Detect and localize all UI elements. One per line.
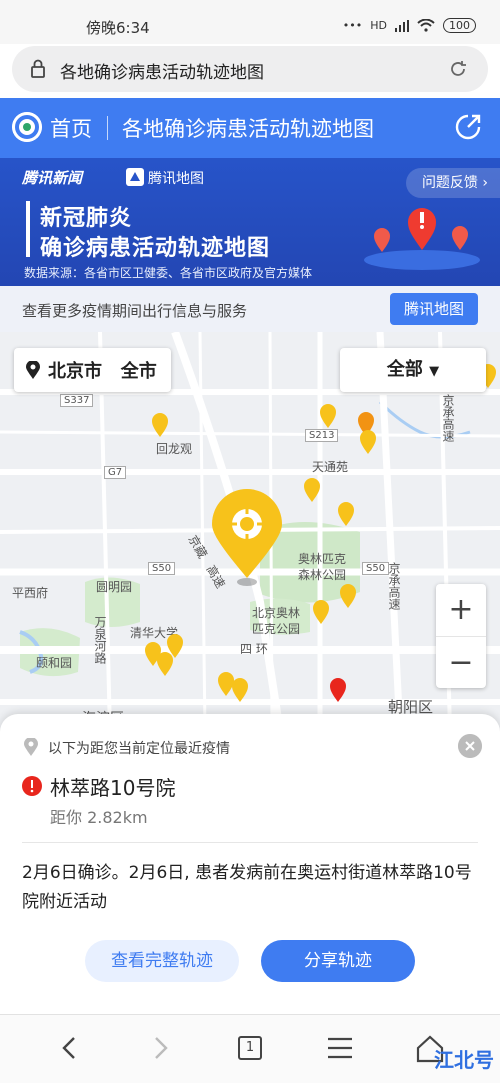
watermark: 江北号 xyxy=(434,1048,494,1072)
nearest-hint: 以下为距您当前定位最近疫情 xyxy=(48,741,230,757)
case-pin[interactable] xyxy=(157,652,173,676)
selected-location-pin[interactable] xyxy=(212,489,282,586)
zoom-in-button[interactable]: + xyxy=(436,584,486,636)
network-type: HD xyxy=(370,19,387,32)
case-pin[interactable] xyxy=(304,478,320,502)
back-icon[interactable] xyxy=(50,1030,90,1066)
view-full-track-button[interactable]: 查看完整轨迹 xyxy=(85,940,239,982)
page-title: 各地确诊病患活动轨迹地图 xyxy=(122,117,374,141)
brand-tencent-map: 腾讯地图 xyxy=(148,171,204,187)
category-filter-dropdown[interactable]: 全部 ▼ xyxy=(340,348,486,392)
case-distance: 距你 2.82km xyxy=(50,808,148,827)
map-view[interactable]: S337 S213 G7 S50 S50 回龙观 天通苑 奥林匹克 森林公园 北… xyxy=(0,332,500,732)
feedback-button[interactable]: 问题反馈 › xyxy=(405,168,500,198)
caret-down-icon: ▼ xyxy=(429,364,440,379)
tencent-map-button[interactable]: 腾讯地图 xyxy=(390,293,478,325)
lock-icon xyxy=(31,59,45,78)
case-location-name: 林萃路10号院 xyxy=(50,776,176,800)
zoom-control: + − xyxy=(436,584,486,688)
address-bar-title: 各地确诊病患活动轨迹地图 xyxy=(60,63,264,83)
banner-pins-illustration-icon xyxy=(364,208,480,270)
title-accent-bar xyxy=(26,201,30,257)
wifi-icon xyxy=(417,19,435,32)
address-bar[interactable]: 各地确诊病患活动轨迹地图 xyxy=(12,46,488,92)
filter-label: 全部 xyxy=(386,359,423,380)
case-pin[interactable] xyxy=(360,430,376,454)
case-description: 2月6日确诊。2月6日, 患者发病前在奥运村街道林萃路10号院附近活动 xyxy=(22,863,472,912)
tab-count: 1 xyxy=(238,1036,262,1060)
zoom-out-button[interactable]: − xyxy=(436,636,486,688)
case-pin-red[interactable] xyxy=(330,678,346,702)
case-pin[interactable] xyxy=(218,672,234,696)
banner-title-line1: 新冠肺炎 xyxy=(40,206,133,231)
case-pin[interactable] xyxy=(320,404,336,428)
signal-icon xyxy=(395,19,409,32)
case-pin[interactable] xyxy=(313,600,329,624)
case-pin[interactable] xyxy=(152,413,168,437)
location-marker-icon xyxy=(24,738,38,756)
close-icon[interactable] xyxy=(458,734,482,758)
case-pin[interactable] xyxy=(232,678,248,702)
case-pin[interactable] xyxy=(340,584,356,608)
city-selector[interactable]: 北京市 全市 xyxy=(14,348,171,392)
location-pin-icon xyxy=(26,361,40,379)
status-bar: 傍晚6:34 ••• HD 100 xyxy=(0,0,500,44)
menu-icon[interactable] xyxy=(320,1030,360,1066)
data-source-text: 数据来源：各省市区卫健委、各省市区政府及官方媒体 xyxy=(24,266,313,280)
service-text: 查看更多疫情期间出行信息与服务 xyxy=(22,302,248,320)
reload-icon[interactable] xyxy=(448,59,468,79)
alert-icon xyxy=(22,776,42,796)
tabs-button[interactable]: 1 xyxy=(230,1030,270,1066)
status-time: 傍晚6:34 xyxy=(86,19,150,37)
signal-dots-icon: ••• xyxy=(342,19,363,32)
header-divider xyxy=(107,116,108,140)
hero-banner: 腾讯新闻 腾讯地图 新冠肺炎 确诊病患活动轨迹地图 数据来源：各省市区卫健委、各… xyxy=(0,158,500,286)
nearest-case-sheet: 以下为距您当前定位最近疫情 林萃路10号院 距你 2.82km 2月6日确诊。2… xyxy=(0,714,500,1014)
brand-tencent-news: 腾讯新闻 xyxy=(22,169,83,187)
browser-toolbar: 1 江北号 xyxy=(0,1014,500,1083)
service-strip: 查看更多疫情期间出行信息与服务 腾讯地图 xyxy=(0,286,500,332)
battery-indicator: 100 xyxy=(443,18,476,33)
share-track-button[interactable]: 分享轨迹 xyxy=(261,940,415,982)
case-pin[interactable] xyxy=(338,502,354,526)
sheet-divider xyxy=(22,842,478,843)
share-icon[interactable] xyxy=(454,113,482,141)
tencent-map-logo-icon xyxy=(126,168,144,186)
banner-title-line2: 确诊病患活动轨迹地图 xyxy=(40,236,271,261)
forward-icon[interactable] xyxy=(140,1030,180,1066)
home-link[interactable]: 首页 xyxy=(50,113,92,143)
city-selector-label: 北京市 全市 xyxy=(48,361,157,382)
page-header: 首页 各地确诊病患活动轨迹地图 xyxy=(0,98,500,158)
tencent-news-logo-icon[interactable] xyxy=(12,112,42,142)
